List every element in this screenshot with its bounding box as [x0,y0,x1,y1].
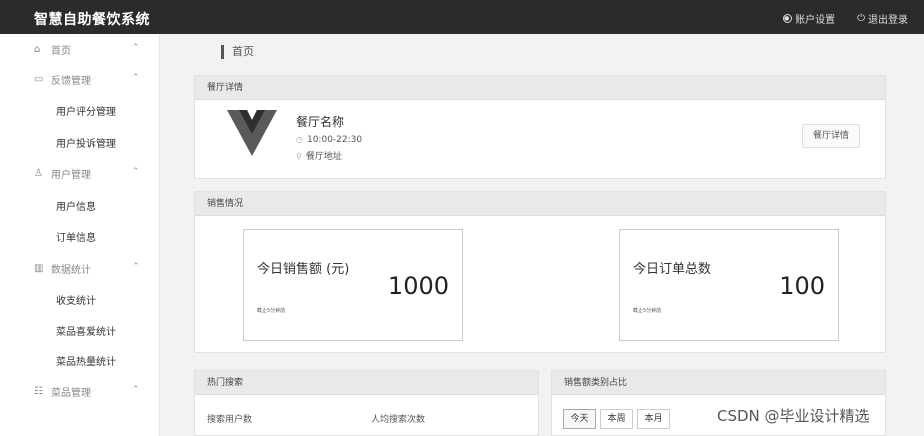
chevron-up-icon: ⌃ [132,262,140,272]
sidebar-item-feedback[interactable]: ▭ 反馈管理 ⌃ [0,64,160,94]
today-orders-title: 今日订单总数 [633,262,712,277]
sidebar: ⌂ 首页 ⌃ ▭ 反馈管理 ⌃ 用户评分管理 用户投诉管理 ♙ 用户管理 ⌃ 用… [0,34,160,436]
tab-this-month[interactable]: 本月 [637,409,670,429]
restaurant-logo [227,110,277,156]
clock-icon: ◷ [296,135,303,144]
sidebar-item-dish-calories[interactable]: 菜品热量统计 [0,345,160,375]
app-title: 智慧自助餐饮系统 [34,12,150,28]
sidebar-item-users[interactable]: ♙ 用户管理 ⌃ [0,158,160,188]
today-sales-note: 截止5分钟前 [257,308,286,314]
today-orders-value: 100 [779,272,825,300]
search-users-column: 搜索用户数 [207,415,253,425]
restaurant-name: 餐厅名称 [296,115,345,129]
sidebar-item-label: 反馈管理 [51,75,91,87]
sidebar-item-user-rating[interactable]: 用户评分管理 [0,95,160,125]
sidebar-item-label: 用户管理 [51,169,91,181]
sidebar-item-label: 用户信息 [56,201,96,213]
restaurant-hours-text: 10:00-22:30 [306,135,363,145]
sales-panel-title: 销售情况 [195,192,885,216]
today-orders-note: 截止5分钟前 [633,308,662,314]
avg-search-column: 人均搜索次数 [371,415,426,425]
sidebar-item-statistics[interactable]: ▥ 数据统计 ⌃ [0,253,160,283]
breadcrumb: 首页 [221,45,254,59]
sidebar-item-label: 数据统计 [51,264,91,276]
watermark: CSDN @毕业设计精选 [717,407,870,425]
tab-this-week[interactable]: 本周 [600,409,633,429]
chart-icon: ▥ [34,262,44,274]
sidebar-item-label: 用户投诉管理 [56,138,116,150]
today-sales-card: 今日销售额 (元) 截止5分钟前 1000 [243,229,463,341]
restaurant-address-text: 餐厅地址 [305,152,342,162]
top-bar: 智慧自助餐饮系统 ● 账户设置 ⏻ 退出登录 [0,0,924,34]
sidebar-item-label: 首页 [51,45,71,57]
sidebar-item-dishes[interactable]: ☷ 菜品管理 ⌃ [0,376,160,406]
hot-search-panel: 热门搜索 [194,370,539,436]
sidebar-item-label: 用户评分管理 [56,106,116,118]
dish-icon: ☷ [34,385,43,397]
today-sales-value: 1000 [387,272,449,300]
sidebar-item-income-stats[interactable]: 收支统计 [0,284,160,314]
sidebar-item-label: 订单信息 [56,232,96,244]
category-panel-title: 销售额类别占比 [552,371,885,395]
restaurant-detail-button[interactable]: 餐厅详情 [802,124,860,148]
sidebar-item-dish-preference[interactable]: 菜品喜爱统计 [0,315,160,345]
sidebar-item-label: 菜品管理 [51,387,91,399]
home-icon: ⌂ [34,43,41,55]
account-icon: ● [783,14,793,23]
sidebar-item-user-info[interactable]: 用户信息 [0,190,160,220]
power-icon: ⏻ [857,13,865,24]
hot-search-panel-title: 热门搜索 [195,371,538,395]
top-actions: ● 账户设置 ⏻ 退出登录 [783,11,908,26]
chevron-up-icon: ⌃ [132,167,140,177]
today-sales-title: 今日销售额 (元) [257,262,350,277]
sidebar-item-label: 收支统计 [56,295,96,307]
chevron-up-icon: ⌃ [132,43,140,53]
account-settings-label: 账户设置 [795,15,836,26]
restaurant-hours: ◷ 10:00-22:30 [296,135,362,145]
sidebar-item-home[interactable]: ⌂ 首页 ⌃ [0,34,160,64]
logout-link[interactable]: ⏻ 退出登录 [857,11,908,26]
feedback-icon: ▭ [34,73,44,85]
account-settings-link[interactable]: ● 账户设置 [783,11,835,26]
user-icon: ♙ [34,167,43,179]
today-orders-card: 今日订单总数 截止5分钟前 100 [619,229,839,341]
sidebar-item-label: 菜品热量统计 [56,356,116,368]
restaurant-address: ⚲ 餐厅地址 [296,149,342,162]
sidebar-item-order-info[interactable]: 订单信息 [0,221,160,251]
logout-label: 退出登录 [868,15,908,26]
sidebar-item-label: 菜品喜爱统计 [56,326,116,338]
location-pin-icon: ⚲ [296,152,302,161]
restaurant-panel-title: 餐厅详情 [195,76,885,100]
tab-today[interactable]: 今天 [563,409,596,429]
chevron-up-icon: ⌃ [132,73,140,83]
sidebar-item-user-complaint[interactable]: 用户投诉管理 [0,127,160,157]
chevron-up-icon: ⌃ [132,385,140,395]
